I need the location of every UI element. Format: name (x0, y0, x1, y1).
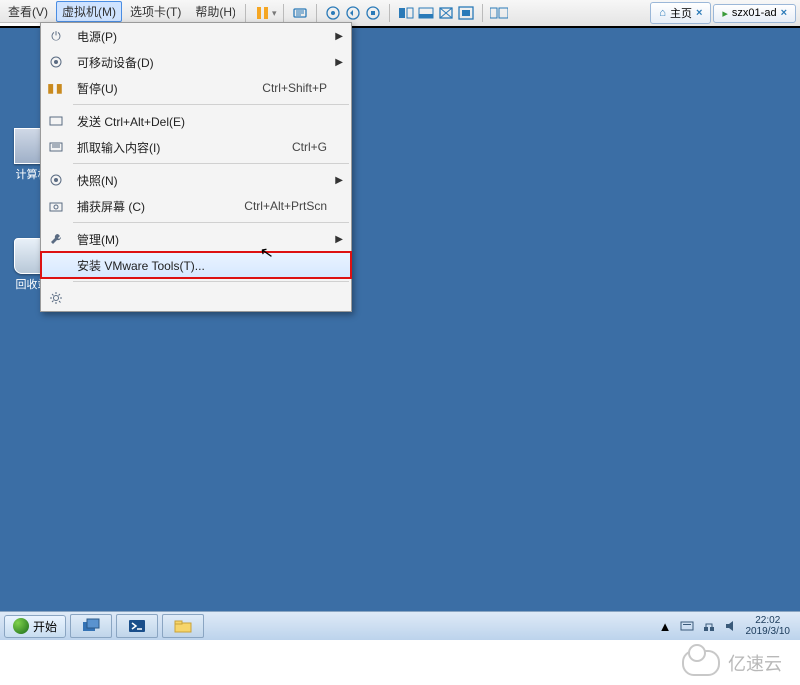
tab-label: szx01-ad (732, 7, 777, 19)
send-cad-button[interactable] (290, 3, 310, 23)
menu-divider (73, 281, 349, 282)
taskbar-pin-server-manager[interactable] (70, 614, 112, 638)
toolbar-separator (316, 4, 317, 22)
menu-item-suspend[interactable]: ▮▮ 暂停(U) Ctrl+Shift+P (41, 75, 351, 101)
watermark-bar: 亿速云 (0, 640, 800, 685)
view-single-button[interactable] (396, 3, 416, 23)
tab-close-icon[interactable]: × (696, 7, 702, 19)
menu-tabs[interactable]: 选项卡(T) (124, 1, 187, 22)
taskbar-pin-explorer[interactable] (162, 614, 204, 638)
wrench-icon (49, 232, 63, 246)
menu-item-send-cad[interactable]: 发送 Ctrl+Alt+Del(E) (41, 108, 351, 134)
clock-time: 22:02 (746, 615, 791, 626)
submenu-arrow-icon: ▶ (335, 31, 343, 42)
home-icon: ⌂ (659, 7, 666, 19)
snapshot-icon (49, 173, 63, 187)
menu-divider (73, 104, 349, 105)
library-button[interactable] (489, 3, 509, 23)
menu-view[interactable]: 查看(V) (2, 1, 54, 22)
windows-orb-icon (13, 618, 29, 634)
watermark-text: 亿速云 (728, 650, 782, 676)
tab-strip: ⌂ 主页 × ▸ szx01-ad × (650, 2, 796, 24)
taskbar-pin-powershell[interactable] (116, 614, 158, 638)
tab-vm[interactable]: ▸ szx01-ad × (713, 4, 796, 23)
tab-label: 主页 (670, 5, 692, 21)
menu-item-grab-input[interactable]: 抓取输入内容(I) Ctrl+G (41, 134, 351, 160)
pause-button[interactable] (252, 3, 272, 23)
usb-icon (49, 55, 63, 69)
tray-clock[interactable]: 22:02 2019/3/10 (746, 615, 791, 637)
menu-item-power[interactable]: ⏻ 电源(P) ▶ (41, 23, 351, 49)
server-manager-icon (81, 618, 101, 634)
tray-action-center-icon[interactable] (680, 619, 694, 633)
gear-icon (49, 291, 63, 305)
pause-icon: ▮▮ (47, 81, 64, 95)
dropdown-caret-icon[interactable]: ▾ (272, 8, 277, 19)
vm-menu: ⏻ 电源(P) ▶ 可移动设备(D) ▶ ▮▮ 暂停(U) Ctrl+Shift… (40, 22, 352, 312)
tray-volume-icon[interactable] (724, 619, 738, 633)
snapshot-manage-button[interactable] (363, 3, 383, 23)
view-unity-button[interactable] (436, 3, 456, 23)
explorer-icon (173, 618, 193, 634)
grab-icon (49, 141, 63, 153)
power-icon: ⏻ (51, 29, 61, 44)
vm-icon: ▸ (722, 7, 728, 20)
menu-item-removable[interactable]: 可移动设备(D) ▶ (41, 49, 351, 75)
cloud-icon (682, 650, 720, 676)
capture-icon (49, 200, 63, 212)
powershell-icon (127, 618, 147, 634)
menu-item-snapshot[interactable]: 快照(N) ▶ (41, 167, 351, 193)
send-icon (49, 115, 63, 127)
toolbar-separator (283, 4, 284, 22)
menu-item-manage[interactable]: 管理(M) ▶ (41, 226, 351, 252)
start-label: 开始 (33, 618, 57, 635)
menu-divider (73, 163, 349, 164)
menu-divider (73, 222, 349, 223)
system-tray: ▲ 22:02 2019/3/10 (659, 615, 796, 637)
toolbar-separator (245, 4, 246, 22)
snapshot-take-button[interactable] (323, 3, 343, 23)
toolbar-separator (482, 4, 483, 22)
submenu-arrow-icon: ▶ (335, 57, 343, 68)
tray-flag-icon[interactable]: ▲ (659, 619, 672, 634)
menu-item-capture-screen[interactable]: 捕获屏幕 (C) Ctrl+Alt+PrtScn (41, 193, 351, 219)
view-fullscreen-button[interactable] (456, 3, 476, 23)
clock-date: 2019/3/10 (746, 626, 791, 637)
menu-vm[interactable]: 虚拟机(M) (56, 1, 122, 22)
toolbar-separator (389, 4, 390, 22)
snapshot-revert-button[interactable] (343, 3, 363, 23)
start-button[interactable]: 开始 (4, 615, 66, 638)
tab-close-icon[interactable]: × (781, 7, 787, 19)
menu-item-install-vmware-tools[interactable]: 安装 VMware Tools(T)... (40, 251, 352, 279)
tab-home[interactable]: ⌂ 主页 × (650, 2, 711, 24)
menu-item-settings[interactable] (41, 285, 351, 311)
submenu-arrow-icon: ▶ (335, 234, 343, 245)
submenu-arrow-icon: ▶ (335, 175, 343, 186)
tray-network-icon[interactable] (702, 619, 716, 633)
guest-taskbar: 开始 ▲ 22:02 2019/3/10 (0, 611, 800, 640)
view-console-button[interactable] (416, 3, 436, 23)
